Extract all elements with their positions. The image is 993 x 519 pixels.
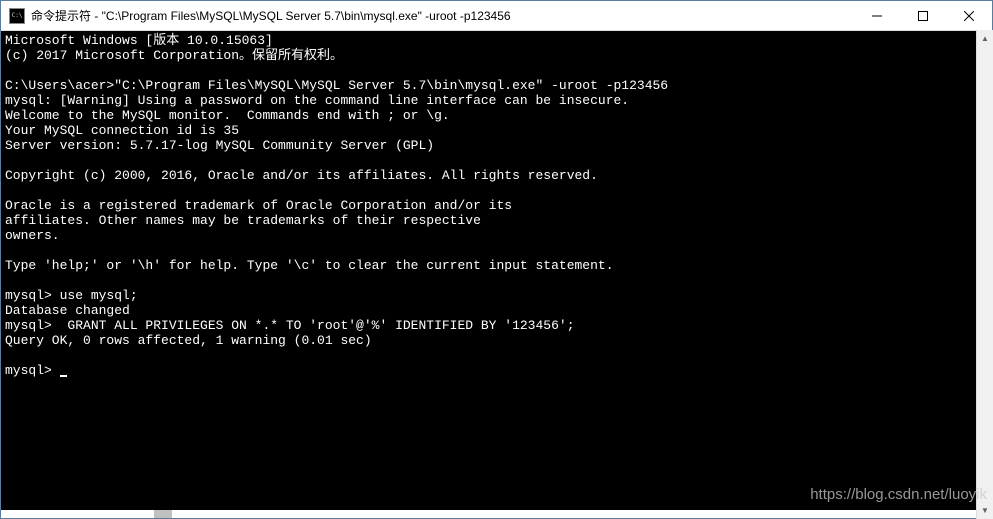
horizontal-scroll-thumb[interactable] (154, 510, 172, 518)
vertical-scrollbar[interactable]: ▲ ▼ (976, 30, 993, 519)
cmd-icon (9, 8, 25, 24)
command-prompt-window: 命令提示符 - "C:\Program Files\MySQL\MySQL Se… (0, 0, 993, 519)
scroll-up-arrow[interactable]: ▲ (977, 30, 993, 47)
maximize-button[interactable] (900, 1, 946, 30)
maximize-icon (918, 11, 928, 21)
minimize-icon (872, 11, 882, 21)
scroll-track[interactable] (977, 47, 993, 502)
window-title: 命令提示符 - "C:\Program Files\MySQL\MySQL Se… (31, 7, 854, 24)
minimize-button[interactable] (854, 1, 900, 30)
horizontal-scrollbar[interactable] (1, 510, 992, 518)
cursor (60, 375, 67, 377)
close-button[interactable] (946, 1, 992, 30)
window-controls (854, 1, 992, 30)
titlebar[interactable]: 命令提示符 - "C:\Program Files\MySQL\MySQL Se… (1, 1, 992, 31)
scroll-down-arrow[interactable]: ▼ (977, 502, 993, 519)
terminal-output[interactable]: Microsoft Windows [版本 10.0.15063] (c) 20… (1, 31, 992, 510)
close-icon (964, 11, 974, 21)
